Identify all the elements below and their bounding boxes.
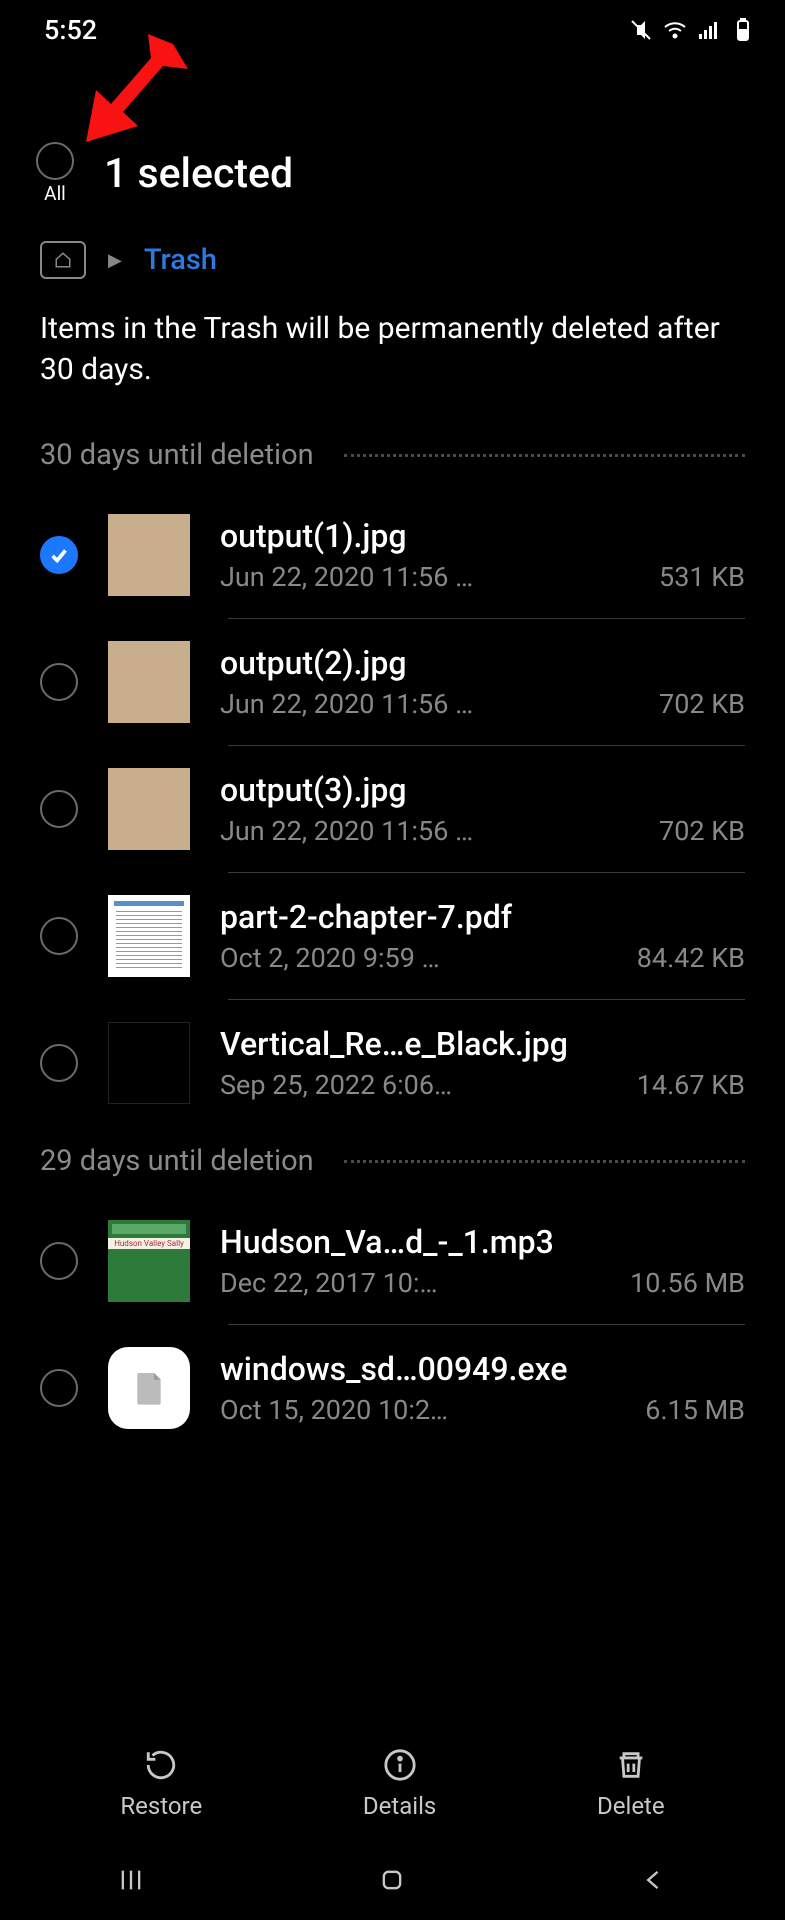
bottom-action-bar: Restore Details Delete [0,1728,785,1840]
file-date: Jun 22, 2020 11:56 … [220,688,659,720]
file-size: 10.56 MB [630,1267,745,1299]
file-thumbnail [108,1022,190,1104]
restore-icon [144,1748,178,1782]
select-all-label: All [44,182,66,205]
details-label: Details [363,1792,436,1820]
trash-icon [614,1748,648,1782]
file-row[interactable]: output(3).jpg Jun 22, 2020 11:56 …702 KB [0,746,785,872]
file-checkbox[interactable] [40,663,78,701]
breadcrumb: ▶ Trash [0,223,785,303]
home-icon [53,251,73,269]
file-checkbox[interactable] [40,1369,78,1407]
file-date: Jun 22, 2020 11:56 … [220,815,659,847]
nav-recents[interactable] [71,1866,191,1894]
file-checkbox[interactable] [40,790,78,828]
section-divider [344,1160,745,1163]
info-icon [383,1748,417,1782]
section-divider [344,454,745,457]
file-size: 702 KB [659,815,745,847]
file-date: Oct 15, 2020 10:2… [220,1394,645,1426]
section-label: 29 days until deletion [40,1144,314,1178]
file-name: part-2-chapter-7.pdf [220,898,745,936]
restore-label: Restore [120,1792,202,1820]
battery-icon [731,18,755,42]
file-name: Vertical_Re…e_Black.jpg [220,1025,745,1063]
file-thumbnail [108,895,190,977]
file-size: 6.15 MB [645,1394,745,1426]
file-name: output(2).jpg [220,644,745,682]
file-size: 531 KB [659,561,745,593]
wifi-icon [663,18,687,42]
file-thumbnail [108,514,190,596]
file-row[interactable]: Hudson_Va…d_-_1.mp3 Dec 22, 2017 10:…10.… [0,1198,785,1324]
file-row[interactable]: windows_sd…00949.exe Oct 15, 2020 10:2…6… [0,1325,785,1451]
breadcrumb-separator-icon: ▶ [108,250,122,271]
signal-icon [697,18,721,42]
system-nav-bar [0,1840,785,1920]
back-icon [640,1866,668,1894]
file-thumbnail [108,1347,190,1429]
file-checkbox[interactable] [40,1044,78,1082]
file-thumbnail [108,1220,190,1302]
breadcrumb-current[interactable]: Trash [144,243,217,277]
restore-button[interactable]: Restore [120,1748,202,1820]
file-date: Dec 22, 2017 10:… [220,1267,630,1299]
file-row[interactable]: output(2).jpg Jun 22, 2020 11:56 …702 KB [0,619,785,745]
file-checkbox[interactable] [40,917,78,955]
file-icon [129,1368,169,1408]
file-checkbox[interactable] [40,536,78,574]
file-thumbnail [108,768,190,850]
section-header: 29 days until deletion [0,1126,785,1198]
mute-icon [629,18,653,42]
status-time: 5:52 [44,14,97,46]
selection-header: All 1 selected [0,52,785,223]
breadcrumb-home[interactable] [40,241,86,279]
file-row[interactable]: part-2-chapter-7.pdf Oct 2, 2020 9:59 …8… [0,873,785,999]
home-nav-icon [378,1866,406,1894]
recents-icon [117,1866,145,1894]
file-size: 702 KB [659,688,745,720]
file-date: Jun 22, 2020 11:56 … [220,561,659,593]
file-size: 14.67 KB [637,1069,745,1101]
select-all-checkbox[interactable] [36,142,74,180]
details-button[interactable]: Details [363,1748,436,1820]
delete-label: Delete [597,1792,665,1820]
status-bar: 5:52 [0,0,785,52]
trash-notice: Items in the Trash will be permanently d… [0,303,785,420]
file-date: Oct 2, 2020 9:59 … [220,942,637,974]
section-header: 30 days until deletion [0,420,785,492]
delete-button[interactable]: Delete [597,1748,665,1820]
file-thumbnail [108,641,190,723]
file-name: windows_sd…00949.exe [220,1350,745,1388]
select-all-toggle[interactable]: All [36,142,74,205]
nav-home[interactable] [332,1866,452,1894]
nav-back[interactable] [594,1866,714,1894]
file-checkbox[interactable] [40,1242,78,1280]
file-date: Sep 25, 2022 6:06… [220,1069,637,1101]
selection-count: 1 selected [104,150,293,198]
file-size: 84.42 KB [637,942,745,974]
file-row[interactable]: Vertical_Re…e_Black.jpg Sep 25, 2022 6:0… [0,1000,785,1126]
file-row[interactable]: output(1).jpg Jun 22, 2020 11:56 …531 KB [0,492,785,618]
status-icons [629,18,755,42]
file-name: output(3).jpg [220,771,745,809]
section-label: 30 days until deletion [40,438,314,472]
file-name: output(1).jpg [220,517,745,555]
file-name: Hudson_Va…d_-_1.mp3 [220,1223,745,1261]
